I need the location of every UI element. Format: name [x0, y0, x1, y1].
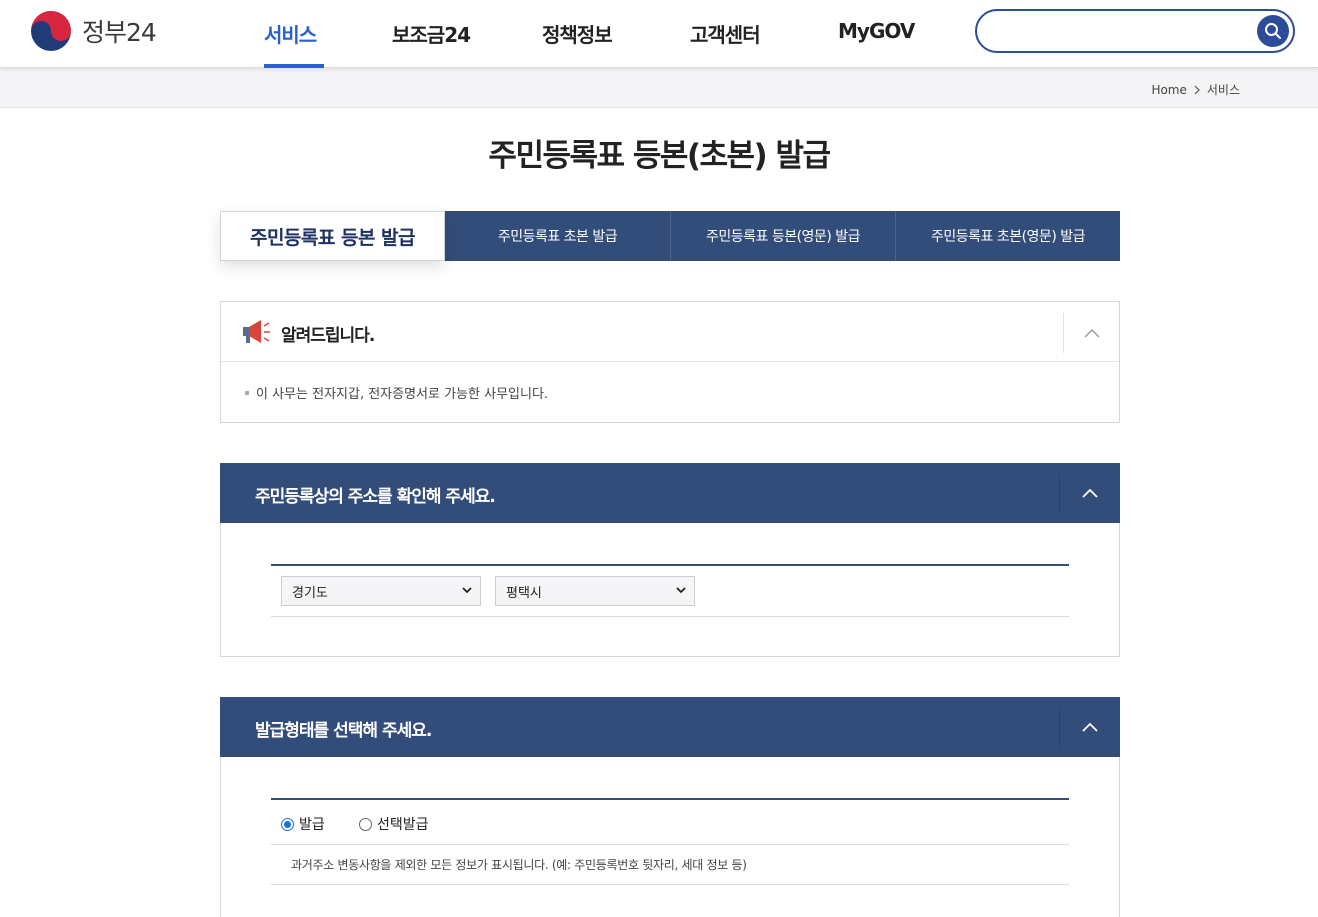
chevron-down-icon [462, 587, 472, 594]
issue-type-section-title: 발급형태를 선택해 주세요. [255, 721, 432, 741]
address-form-row: 경기도 평택시 [271, 564, 1069, 617]
tab-resident-abstract-english[interactable]: 주민등록표 초본(영문) 발급 [895, 211, 1120, 261]
logo-text: 정부24 [82, 18, 157, 47]
search-box [975, 9, 1295, 53]
radio-issue-label: 발급 [299, 817, 325, 833]
nav-services[interactable]: 서비스 [264, 19, 317, 48]
section-divider [1059, 707, 1060, 747]
address-section-title: 주민등록상의 주소를 확인해 주세요. [255, 487, 496, 507]
site-logo[interactable]: 정부24 [30, 10, 157, 52]
radio-issue[interactable]: 발급 [281, 814, 325, 834]
bullet-icon [245, 390, 249, 395]
city-select[interactable]: 평택시 [495, 576, 695, 606]
chevron-up-icon [1084, 329, 1100, 338]
issue-type-section-header: 발급형태를 선택해 주세요. [220, 697, 1120, 757]
megaphone-icon [243, 320, 270, 343]
row-divider [271, 616, 1069, 617]
chevron-down-icon [676, 587, 686, 594]
notice-collapse-button[interactable] [1077, 318, 1107, 348]
chevron-right-icon [1194, 85, 1200, 94]
page-title: 주민등록표 등본(초본) 발급 [488, 138, 831, 174]
issue-type-form-row: 발급 선택발급 과거주소 변동사항을 제외한 모든 정보가 표시됩니다. (예:… [271, 798, 1069, 885]
issue-type-section-collapse-button[interactable] [1075, 712, 1105, 742]
notice-header: 알려드립니다. [221, 302, 1119, 362]
address-section-collapse-button[interactable] [1075, 478, 1105, 508]
notice-item-text: 이 사무는 전자지갑, 전자증명서로 가능한 사무입니다. [256, 387, 549, 402]
notice-item: 이 사무는 전자지갑, 전자증명서로 가능한 사무입니다. [245, 383, 548, 402]
issue-type-section: 발급형태를 선택해 주세요. 발급 선택발급 과거주소 변동사항을 제외한 모든… [220, 697, 1120, 917]
notice-box: 알려드립니다. 이 사무는 전자지갑, 전자증명서로 가능한 사무입니다. [220, 301, 1120, 423]
nav-mygov[interactable]: MyGOV [838, 19, 915, 43]
city-select-value: 평택시 [506, 585, 542, 601]
search-icon [1265, 23, 1281, 39]
radio-selective-issue-indicator[interactable] [359, 817, 372, 831]
taegeuk-logo-icon [31, 11, 71, 51]
address-section: 주민등록상의 주소를 확인해 주세요. 경기도 평택시 [220, 463, 1120, 657]
site-header: 정부24 서비스 보조금24 정책정보 고객센터 MyGOV [0, 0, 1318, 68]
breadcrumb-home[interactable]: Home [1151, 83, 1186, 97]
nav-active-underline [264, 64, 324, 68]
address-section-header: 주민등록상의 주소를 확인해 주세요. [220, 463, 1120, 523]
nav-subsidy24[interactable]: 보조금24 [392, 19, 471, 48]
nav-customer-center[interactable]: 고객센터 [690, 19, 761, 48]
search-input[interactable] [991, 19, 1251, 43]
radio-selective-issue[interactable]: 선택발급 [359, 814, 429, 834]
radio-selective-issue-label: 선택발급 [377, 817, 429, 833]
tab-resident-copy[interactable]: 주민등록표 등본 발급 [220, 211, 445, 261]
province-select[interactable]: 경기도 [281, 576, 481, 606]
issue-type-description: 과거주소 변동사항을 제외한 모든 정보가 표시됩니다. (예: 주민등록번호 … [291, 858, 747, 872]
tab-resident-abstract[interactable]: 주민등록표 초본 발급 [445, 211, 670, 261]
chevron-up-icon [1082, 722, 1098, 732]
notice-divider [1063, 313, 1064, 353]
row-divider [271, 844, 1069, 845]
section-divider [1059, 473, 1060, 513]
breadcrumb-band: Home 서비스 [0, 68, 1318, 108]
breadcrumb: Home 서비스 [1151, 81, 1240, 98]
notice-title: 알려드립니다. [281, 326, 375, 346]
province-select-value: 경기도 [292, 585, 328, 601]
row-divider [271, 884, 1069, 885]
nav-policy-info[interactable]: 정책정보 [542, 19, 613, 48]
breadcrumb-current[interactable]: 서비스 [1207, 81, 1240, 98]
chevron-up-icon [1082, 488, 1098, 498]
tab-bar: 주민등록표 등본 발급 주민등록표 초본 발급 주민등록표 등본(영문) 발급 … [220, 211, 1120, 261]
search-button[interactable] [1257, 15, 1289, 47]
radio-issue-indicator[interactable] [281, 817, 294, 831]
tab-resident-copy-english[interactable]: 주민등록표 등본(영문) 발급 [670, 211, 895, 261]
